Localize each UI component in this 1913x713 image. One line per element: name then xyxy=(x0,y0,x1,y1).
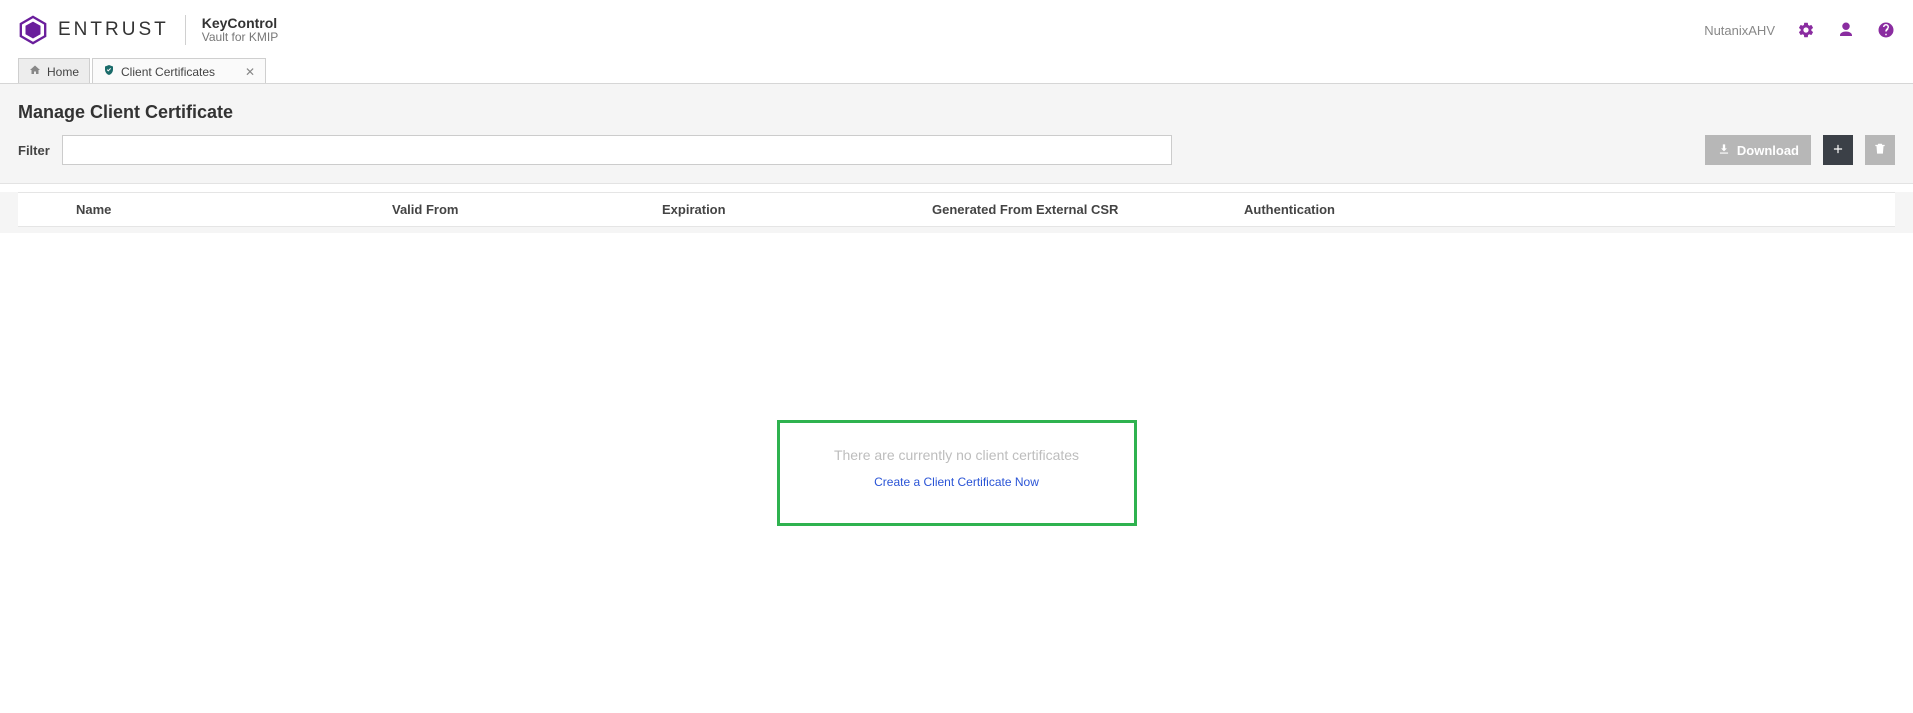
trash-icon xyxy=(1873,142,1887,159)
table-header-row: Name Valid From Expiration Generated Fro… xyxy=(18,192,1895,227)
product-subtitle: Vault for KMIP xyxy=(202,31,278,45)
add-button[interactable] xyxy=(1823,135,1853,165)
tenant-name: NutanixAHV xyxy=(1704,23,1775,38)
download-icon xyxy=(1717,142,1731,159)
delete-button[interactable] xyxy=(1865,135,1895,165)
tab-label: Client Certificates xyxy=(121,65,215,79)
tab-bar: Home Client Certificates ✕ xyxy=(0,56,1913,84)
brand-text: ENTRUST xyxy=(58,19,169,41)
column-header-authentication[interactable]: Authentication xyxy=(1244,202,1895,217)
tab-client-certificates[interactable]: Client Certificates ✕ xyxy=(92,58,266,83)
app-header: ENTRUST KeyControl Vault for KMIP Nutani… xyxy=(0,0,1913,56)
column-header-external-csr[interactable]: Generated From External CSR xyxy=(932,202,1244,217)
download-button[interactable]: Download xyxy=(1705,135,1811,165)
help-icon[interactable] xyxy=(1877,21,1895,39)
certificates-table: Name Valid From Expiration Generated Fro… xyxy=(0,192,1913,233)
column-header-expiration[interactable]: Expiration xyxy=(662,202,932,217)
plus-icon xyxy=(1831,142,1845,159)
empty-state-message: There are currently no client certificat… xyxy=(828,447,1086,463)
filter-input[interactable] xyxy=(62,135,1172,165)
column-header-name[interactable]: Name xyxy=(76,202,392,217)
page-body: Manage Client Certificate Filter Downloa… xyxy=(0,84,1913,184)
column-header-valid-from[interactable]: Valid From xyxy=(392,202,662,217)
tab-home[interactable]: Home xyxy=(18,58,90,83)
toolbar: Filter Download xyxy=(18,135,1895,165)
tab-label: Home xyxy=(47,65,79,79)
brand-block: ENTRUST xyxy=(18,15,169,45)
header-right: NutanixAHV xyxy=(1704,21,1895,39)
product-block: KeyControl Vault for KMIP xyxy=(185,15,278,45)
header-left: ENTRUST KeyControl Vault for KMIP xyxy=(18,15,278,45)
filter-label: Filter xyxy=(18,143,50,158)
brand-logo-icon xyxy=(18,15,48,45)
certificate-icon xyxy=(103,64,115,79)
page-title: Manage Client Certificate xyxy=(18,102,1895,123)
download-label: Download xyxy=(1737,143,1799,158)
empty-state-box: There are currently no client certificat… xyxy=(777,420,1137,526)
create-certificate-link[interactable]: Create a Client Certificate Now xyxy=(828,475,1086,489)
close-icon[interactable]: ✕ xyxy=(245,66,255,78)
home-icon xyxy=(29,64,41,79)
empty-state-area: There are currently no client certificat… xyxy=(0,233,1913,713)
product-name: KeyControl xyxy=(202,15,278,31)
gear-icon[interactable] xyxy=(1797,21,1815,39)
user-icon[interactable] xyxy=(1837,21,1855,39)
